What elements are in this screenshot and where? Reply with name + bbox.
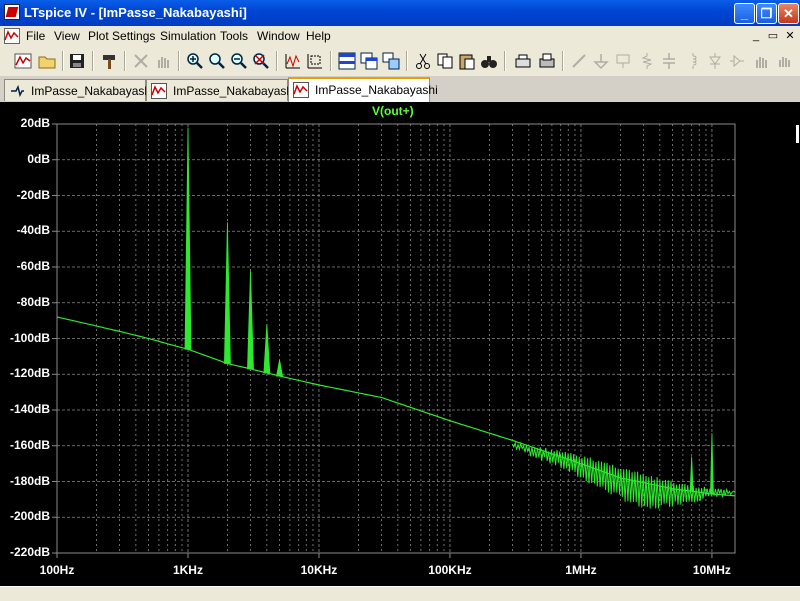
y-tick-label: 0dB	[27, 151, 50, 166]
trace-peak	[276, 359, 284, 377]
waveform-chart[interactable]	[0, 0, 800, 600]
y-tick-label: -40dB	[16, 223, 50, 238]
x-tick-label: 1KHz	[172, 563, 203, 577]
trace-peak	[263, 324, 271, 374]
trace-peak	[184, 127, 192, 350]
trace-peak	[224, 222, 231, 364]
y-tick-label: -200dB	[9, 509, 50, 524]
x-tick-label: 10KHz	[300, 563, 338, 577]
x-tick-label: 1MHz	[565, 563, 597, 577]
y-tick-label: -80dB	[16, 294, 50, 309]
trace-peak	[710, 433, 714, 495]
y-tick-label: 20dB	[20, 116, 50, 130]
y-tick-label: -180dB	[9, 473, 50, 488]
x-tick-label: 10MHz	[692, 563, 731, 577]
x-tick-label: 100KHz	[428, 563, 472, 577]
y-tick-label: -120dB	[9, 366, 50, 381]
edge-marker	[796, 125, 799, 143]
y-tick-label: -220dB	[9, 545, 50, 559]
x-tick-label: 100Hz	[39, 563, 75, 577]
trace-peak	[247, 270, 254, 370]
status-bar	[0, 586, 800, 601]
y-tick-label: -160dB	[9, 437, 50, 452]
y-tick-label: -20dB	[16, 187, 50, 202]
y-tick-label: -140dB	[9, 402, 50, 416]
noise-band-trace	[512, 441, 736, 509]
trace-label-vout[interactable]: V(out+)	[372, 104, 414, 118]
trace-peak	[689, 456, 694, 492]
y-tick-label: -60dB	[16, 259, 50, 273]
trace-vout-baseline	[56, 316, 736, 497]
y-tick-label: -100dB	[9, 330, 50, 345]
